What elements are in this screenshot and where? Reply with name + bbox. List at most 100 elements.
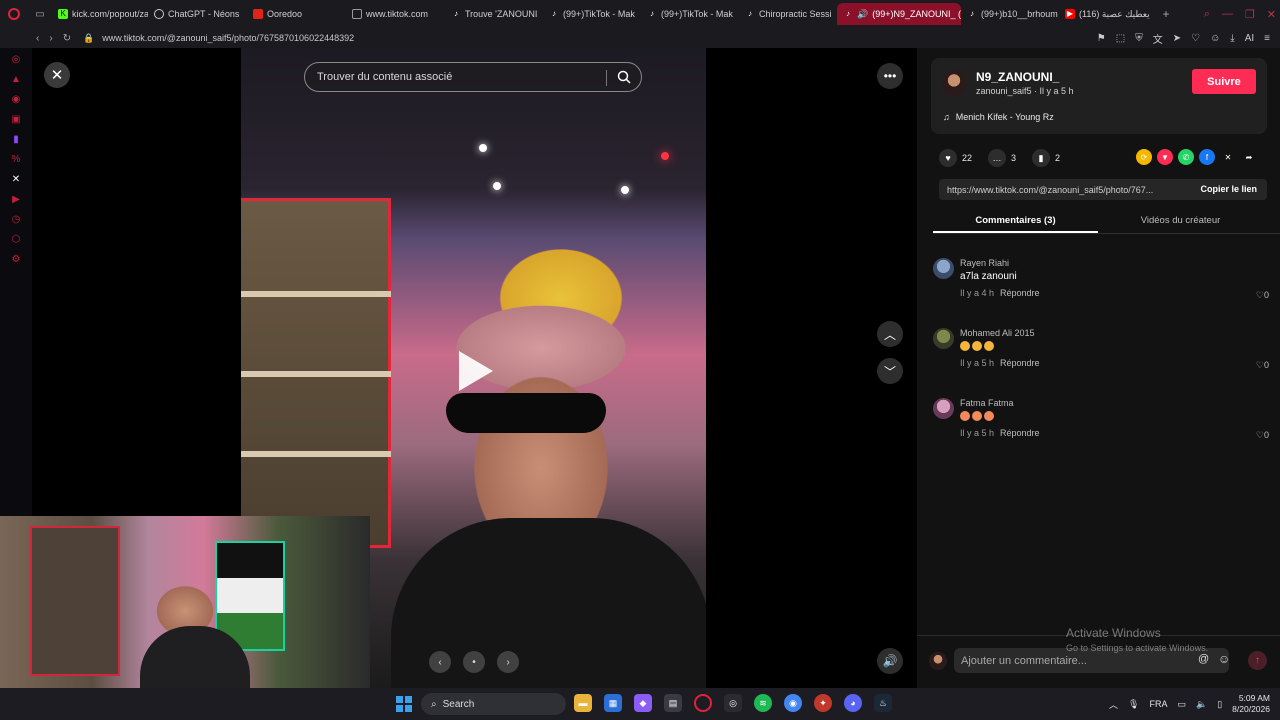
- browser-tab[interactable]: Kkick.com/popout/za: [52, 3, 148, 25]
- chevron-up-icon[interactable]: ︿: [1109, 698, 1118, 711]
- share-link[interactable]: https://www.tiktok.com/@zanouni_saif5/ph…: [947, 185, 1153, 195]
- chrome-icon[interactable]: ◉: [784, 694, 802, 712]
- calculator-icon[interactable]: ▤: [664, 694, 682, 712]
- clock[interactable]: 5:09 AM 8/20/2026: [1232, 693, 1270, 715]
- x-icon[interactable]: ✕: [11, 174, 22, 185]
- mention-icon[interactable]: @: [1198, 653, 1209, 665]
- messenger-icon[interactable]: ◉: [11, 94, 22, 105]
- commenter-avatar[interactable]: [933, 398, 954, 419]
- snapshot-icon[interactable]: ⬚: [1116, 33, 1125, 44]
- bookmark-icon[interactable]: ⚑: [1097, 33, 1106, 44]
- browser-tab-active[interactable]: ♪ 🔊 (99+)N9_ZANOUNI_ (: [837, 3, 961, 25]
- x-share-icon[interactable]: ✕: [1220, 149, 1236, 165]
- more-options-button[interactable]: •••: [877, 63, 903, 89]
- browser-tab[interactable]: ♪ (99+)TikTok - Mak: [543, 3, 641, 25]
- download-icon[interactable]: ⤓: [1230, 33, 1234, 44]
- browser-tab[interactable]: ChatGPT - Néons: [148, 3, 247, 25]
- player-icon[interactable]: ▶: [11, 194, 22, 205]
- file-explorer-icon[interactable]: ▬: [574, 694, 592, 712]
- close-viewer-button[interactable]: ✕: [44, 62, 70, 88]
- taskbar-search[interactable]: ⌕ Search: [421, 693, 566, 715]
- search-tabs-icon[interactable]: ⌕: [1204, 8, 1210, 21]
- workspaces-icon[interactable]: ▭: [28, 9, 52, 20]
- previous-post-button[interactable]: ︿: [877, 321, 903, 347]
- reply-button[interactable]: Répondre: [1000, 358, 1040, 368]
- commenter-avatar[interactable]: [933, 328, 954, 349]
- tab-comments[interactable]: Commentaires (3): [933, 210, 1098, 233]
- copilot-icon[interactable]: ◆: [634, 694, 652, 712]
- opera-taskbar-icon[interactable]: [694, 694, 712, 712]
- next-photo-icon[interactable]: ›: [497, 651, 519, 673]
- commenter-name[interactable]: Fatma Fatma: [960, 398, 1014, 408]
- browser-tab[interactable]: www.tiktok.com: [346, 3, 445, 25]
- aria-icon[interactable]: ▲: [11, 74, 22, 85]
- prev-photo-icon[interactable]: ‹: [429, 651, 451, 673]
- ai-icon[interactable]: AI: [1245, 33, 1254, 44]
- obs-icon[interactable]: ◎: [724, 694, 742, 712]
- post-comment-button[interactable]: ↑: [1248, 651, 1267, 670]
- new-tab-icon[interactable]: +: [1157, 7, 1175, 21]
- browser-tab[interactable]: ♪ (99+)TikTok - Mak: [641, 3, 739, 25]
- author-name[interactable]: N9_ZANOUNI_: [976, 70, 1059, 84]
- discord-icon[interactable]: ◕: [844, 694, 862, 712]
- adblock-icon[interactable]: ⛨: [1135, 33, 1143, 44]
- emoji-picker-icon[interactable]: ☺: [1218, 652, 1230, 666]
- repost-icon[interactable]: ⟳: [1136, 149, 1152, 165]
- spotify-icon[interactable]: ≋: [754, 694, 772, 712]
- history-icon[interactable]: ◷: [11, 214, 22, 225]
- facebook-icon[interactable]: f: [1199, 149, 1215, 165]
- language-indicator[interactable]: FRA: [1149, 699, 1167, 709]
- menu-icon[interactable]: ≡: [1264, 33, 1270, 44]
- browser-tab[interactable]: ♪ (99+)b10__brhoum: [961, 3, 1059, 25]
- browser-tab[interactable]: ♪ Chiropractic Sessi: [739, 3, 837, 25]
- copy-link-button[interactable]: Copier le lien: [1200, 184, 1257, 194]
- settings-icon[interactable]: ⚙: [11, 254, 22, 265]
- volume-icon[interactable]: 🔈: [1196, 699, 1207, 710]
- like-stat[interactable]: ♥ 22: [939, 149, 972, 167]
- app-icon[interactable]: ✦: [814, 694, 832, 712]
- commenter-name[interactable]: Rayen Riahi: [960, 258, 1009, 268]
- reply-button[interactable]: Répondre: [1000, 428, 1040, 438]
- url-field[interactable]: www.tiktok.com/@zanouni_saif5/photo/7675…: [102, 33, 354, 43]
- windows-start-icon[interactable]: [396, 696, 412, 712]
- share-arrow-icon[interactable]: ➦: [1241, 149, 1257, 165]
- comment-stat[interactable]: … 3: [988, 149, 1016, 167]
- maximize-icon[interactable]: ❐: [1245, 8, 1255, 21]
- reply-button[interactable]: Répondre: [1000, 288, 1040, 298]
- comment-like[interactable]: ♡0: [1256, 430, 1269, 441]
- steam-icon[interactable]: ♨: [874, 694, 892, 712]
- carousel-dot[interactable]: •: [463, 651, 485, 673]
- forward-icon[interactable]: ›: [49, 33, 52, 44]
- author-avatar[interactable]: [941, 70, 967, 96]
- store-icon[interactable]: ▦: [604, 694, 622, 712]
- youtube-music-icon[interactable]: ▣: [11, 114, 22, 125]
- comment-like[interactable]: ♡0: [1256, 290, 1269, 301]
- play-icon[interactable]: [459, 351, 493, 391]
- heart-icon[interactable]: ♡: [1191, 33, 1200, 44]
- twitch-icon[interactable]: ▮: [11, 134, 22, 145]
- reload-icon[interactable]: ↻: [63, 33, 71, 44]
- commenter-name[interactable]: Mohamed Ali 2015: [960, 328, 1035, 338]
- browser-tab[interactable]: Ooredoo: [247, 3, 346, 25]
- related-search-input[interactable]: [317, 71, 597, 83]
- browser-tab[interactable]: ▶ يعطيك عصبة (116): [1059, 3, 1157, 25]
- lock-icon[interactable]: 🔒: [83, 33, 94, 44]
- follow-button[interactable]: Suivre: [1192, 69, 1256, 94]
- microphone-icon[interactable]: 🎙: [1128, 699, 1139, 710]
- commenter-avatar[interactable]: [933, 258, 954, 279]
- volume-button[interactable]: 🔊: [877, 648, 903, 674]
- minimize-icon[interactable]: —: [1222, 8, 1233, 20]
- send-to-friends-icon[interactable]: ▼: [1157, 149, 1173, 165]
- pin-icon[interactable]: ⬡: [11, 234, 22, 245]
- close-window-icon[interactable]: ✕: [1267, 8, 1276, 21]
- my-avatar[interactable]: [929, 652, 947, 670]
- related-content-search[interactable]: [304, 62, 642, 92]
- save-stat[interactable]: ▮ 2: [1032, 149, 1060, 167]
- opera-menu-icon[interactable]: [0, 0, 28, 28]
- speed-dial-icon[interactable]: ◎: [11, 54, 22, 65]
- profile-icon[interactable]: ☺: [1210, 33, 1220, 44]
- browser-tab[interactable]: ♪ Trouve 'ZANOUNI: [445, 3, 543, 25]
- percent-icon[interactable]: %: [11, 154, 22, 165]
- network-icon[interactable]: ▭: [1177, 699, 1186, 710]
- tab-creator-videos[interactable]: Vidéos du créateur: [1098, 210, 1263, 233]
